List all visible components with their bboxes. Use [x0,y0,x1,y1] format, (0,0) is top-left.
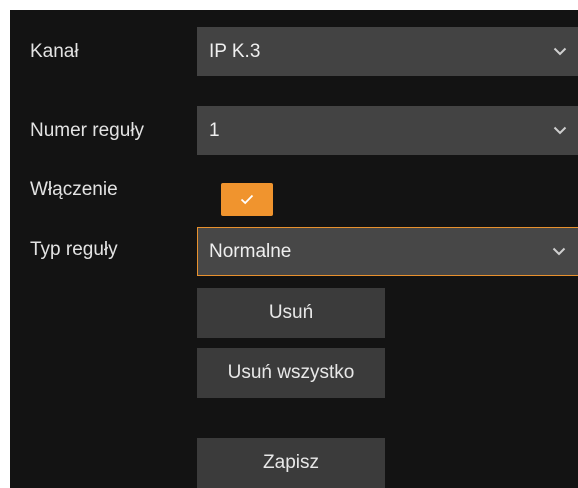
rule-number-select[interactable]: 1 [197,106,578,155]
rule-number-label: Numer reguły [30,120,145,141]
rule-type-select-value: Normalne [209,240,292,262]
save-button[interactable]: Zapisz [197,438,385,488]
enable-label: Włączenie [30,179,118,200]
channel-select[interactable]: IP K.3 [197,27,578,76]
rule-type-label: Typ reguły [30,239,118,260]
channel-label: Kanał [30,41,79,62]
rule-number-select-value: 1 [209,119,220,141]
enable-checkbox[interactable] [221,183,273,216]
delete-all-button[interactable]: Usuń wszystko [197,348,385,398]
checkmark-icon [240,194,254,205]
chevron-down-icon [550,42,570,62]
rule-type-select[interactable]: Normalne [197,227,578,276]
channel-select-value: IP K.3 [209,40,261,62]
delete-button[interactable]: Usuń [197,288,385,338]
chevron-down-icon [550,121,570,141]
chevron-down-icon [549,242,569,262]
settings-panel: Kanał IP K.3 Numer reguły 1 Włączenie Ty… [10,10,578,488]
